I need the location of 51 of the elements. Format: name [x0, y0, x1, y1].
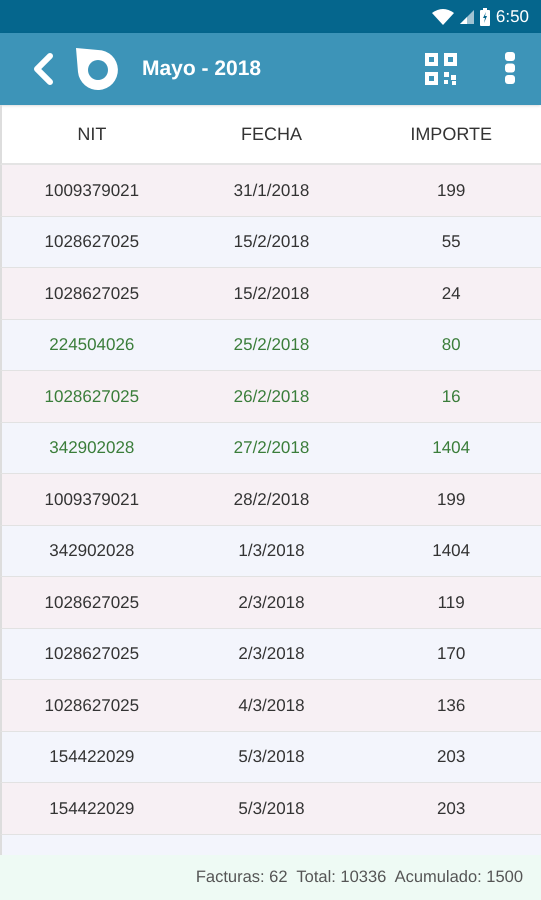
- table-cell-text: 154422029: [48, 798, 136, 820]
- table-cell-text: 15/2/2018: [232, 231, 310, 253]
- table-cell-text: 16: [440, 386, 462, 408]
- table-cell-text: 1028627025: [44, 231, 140, 253]
- table-cell-text: 203: [436, 746, 466, 768]
- column-header: FECHA: [240, 122, 303, 146]
- table-cell-text: 154422029: [48, 746, 136, 768]
- app-title: Mayo - 2018: [142, 56, 262, 82]
- table-cell-text: 5/3/2018: [237, 798, 306, 820]
- table-cell-text: 1028627025: [44, 694, 140, 716]
- table-cell-text: 5/3/2018: [237, 746, 306, 768]
- logo-icon: [74, 46, 120, 92]
- table-cell-text: 342902028: [48, 540, 136, 562]
- table-cell-text: 1009379021: [44, 180, 140, 202]
- table-cell-text: 1028627025: [44, 643, 140, 665]
- table-cell-text: 55: [440, 231, 462, 253]
- table-cell-text: 1404: [431, 437, 472, 459]
- table-cell-text: 28/2/2018: [232, 488, 310, 510]
- table-cell-text: 136: [436, 694, 466, 716]
- table-cell-text: 25/2/2018: [232, 334, 310, 356]
- table-cell-text: 224504026: [48, 334, 136, 356]
- column-header: NIT: [76, 122, 108, 146]
- column-header: IMPORTE: [409, 122, 493, 146]
- battery-icon: [480, 8, 490, 26]
- table-cell-text: 1009379021: [44, 488, 140, 510]
- status-time: 6:50: [496, 6, 529, 28]
- table-cell-text: 15/2/2018: [232, 282, 310, 304]
- table-cell-text: 31/1/2018: [232, 180, 310, 202]
- table-cell-text: 27/2/2018: [232, 437, 310, 459]
- table-cell-text: 1028627025: [44, 386, 140, 408]
- table-cell-text: 170: [436, 643, 466, 665]
- wifi-icon: [432, 8, 454, 24]
- table-cell-text: 119: [436, 592, 466, 614]
- more-menu-button[interactable]: [503, 52, 517, 86]
- table-cell-text: 1028627025: [44, 282, 140, 304]
- table-cell-text: 1028627025: [44, 592, 140, 614]
- table-cell-text: 342902028: [48, 437, 136, 459]
- summary-text: Facturas: 62 Total: 10336 Acumulado: 1500: [196, 866, 523, 888]
- table-cell-text: 2/3/2018: [237, 592, 306, 614]
- table-cell-text: 1404: [431, 540, 472, 562]
- table-cell-text: 4/3/2018: [237, 694, 306, 716]
- table-cell-text: 26/2/2018: [232, 386, 310, 408]
- qr-code-button[interactable]: [425, 52, 459, 86]
- signal-icon: [460, 10, 474, 24]
- table-cell-text: 199: [436, 488, 466, 510]
- table-cell-text: 199: [436, 180, 466, 202]
- table-cell-text: 2/3/2018: [237, 643, 306, 665]
- table-cell-text: 203: [436, 798, 466, 820]
- table-cell-text: 80: [440, 334, 462, 356]
- table-cell-text: 1/3/2018: [237, 540, 306, 562]
- table-cell-text: 24: [440, 282, 462, 304]
